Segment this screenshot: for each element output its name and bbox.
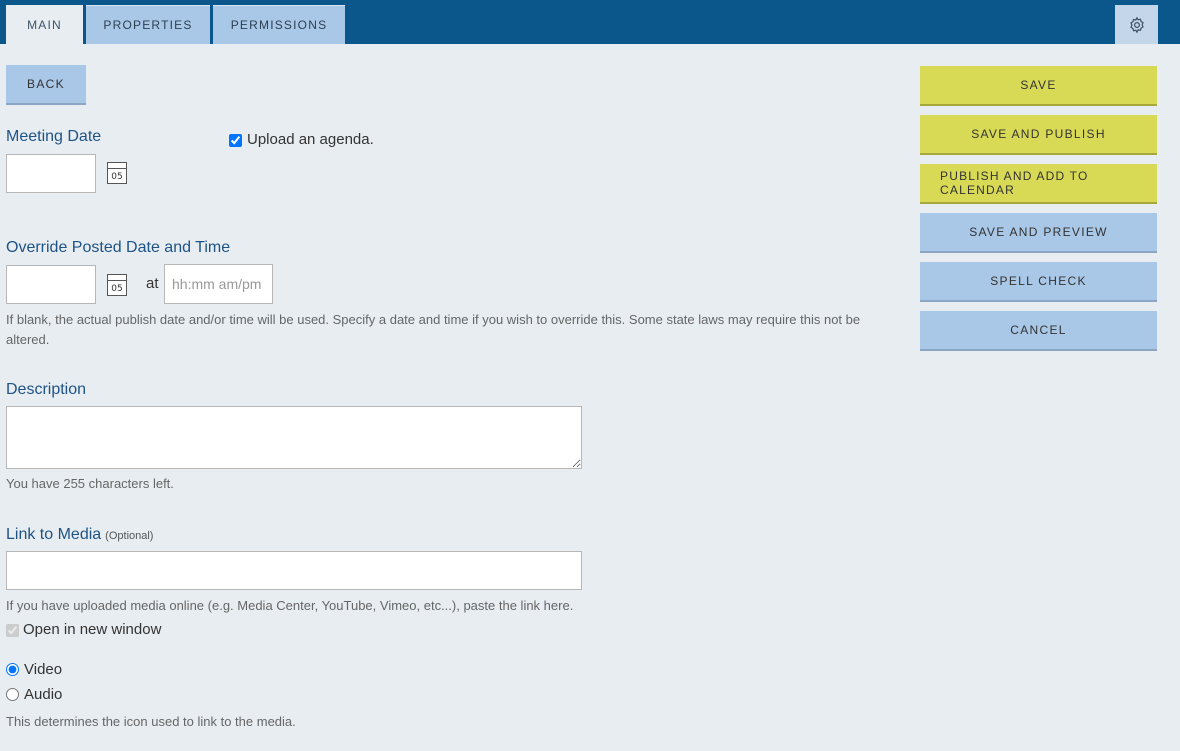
- meeting-date-input[interactable]: [6, 154, 96, 193]
- upload-agenda-checkbox[interactable]: [229, 134, 242, 147]
- audio-radio[interactable]: [6, 688, 19, 701]
- upload-agenda-label: Upload an agenda.: [247, 131, 374, 148]
- media-link-label: Link to Media (Optional): [6, 526, 153, 544]
- back-button[interactable]: BACK: [6, 65, 86, 105]
- video-label: Video: [24, 661, 63, 678]
- calendar-icon[interactable]: 05: [107, 274, 127, 296]
- audio-label: Audio: [24, 686, 63, 703]
- tab-properties[interactable]: PROPERTIES: [86, 5, 210, 44]
- description-label: Description: [6, 381, 87, 398]
- description-textarea[interactable]: [6, 406, 582, 469]
- override-help-text: If blank, the actual publish date and/or…: [6, 312, 861, 347]
- spell-check-button[interactable]: SPELL CHECK: [920, 262, 1157, 302]
- calendar-day: 05: [111, 172, 123, 182]
- at-label: at: [146, 275, 159, 292]
- publish-and-add-to-calendar-button[interactable]: PUBLISH AND ADD TO CALENDAR: [920, 164, 1157, 204]
- video-radio[interactable]: [6, 663, 19, 676]
- description-counter: You have 255 characters left.: [6, 476, 174, 491]
- override-date-input[interactable]: [6, 265, 96, 304]
- settings-button[interactable]: [1115, 5, 1158, 44]
- tab-main[interactable]: MAIN: [6, 5, 83, 44]
- media-link-help: If you have uploaded media online (e.g. …: [6, 598, 574, 613]
- open-new-window-label: Open in new window: [23, 621, 162, 638]
- save-and-publish-button[interactable]: SAVE AND PUBLISH: [920, 115, 1157, 155]
- tab-permissions[interactable]: PERMISSIONS: [213, 5, 345, 44]
- media-link-input[interactable]: [6, 551, 582, 590]
- save-button[interactable]: SAVE: [920, 66, 1157, 106]
- gear-icon: [1129, 16, 1144, 33]
- save-and-preview-button[interactable]: SAVE AND PREVIEW: [920, 213, 1157, 253]
- override-date-label: Override Posted Date and Time: [6, 239, 231, 256]
- calendar-day: 05: [111, 284, 123, 294]
- meeting-date-label: Meeting Date: [6, 128, 102, 145]
- override-time-input[interactable]: [164, 264, 273, 304]
- open-new-window-checkbox[interactable]: [6, 624, 19, 637]
- calendar-icon[interactable]: 05: [107, 162, 127, 184]
- cancel-button[interactable]: CANCEL: [920, 311, 1157, 351]
- top-tab-bar: MAIN PROPERTIES PERMISSIONS: [0, 0, 1180, 44]
- media-type-help: This determines the icon used to link to…: [6, 714, 296, 729]
- optional-hint: (Optional): [105, 530, 154, 542]
- media-link-label-text: Link to Media: [6, 526, 102, 543]
